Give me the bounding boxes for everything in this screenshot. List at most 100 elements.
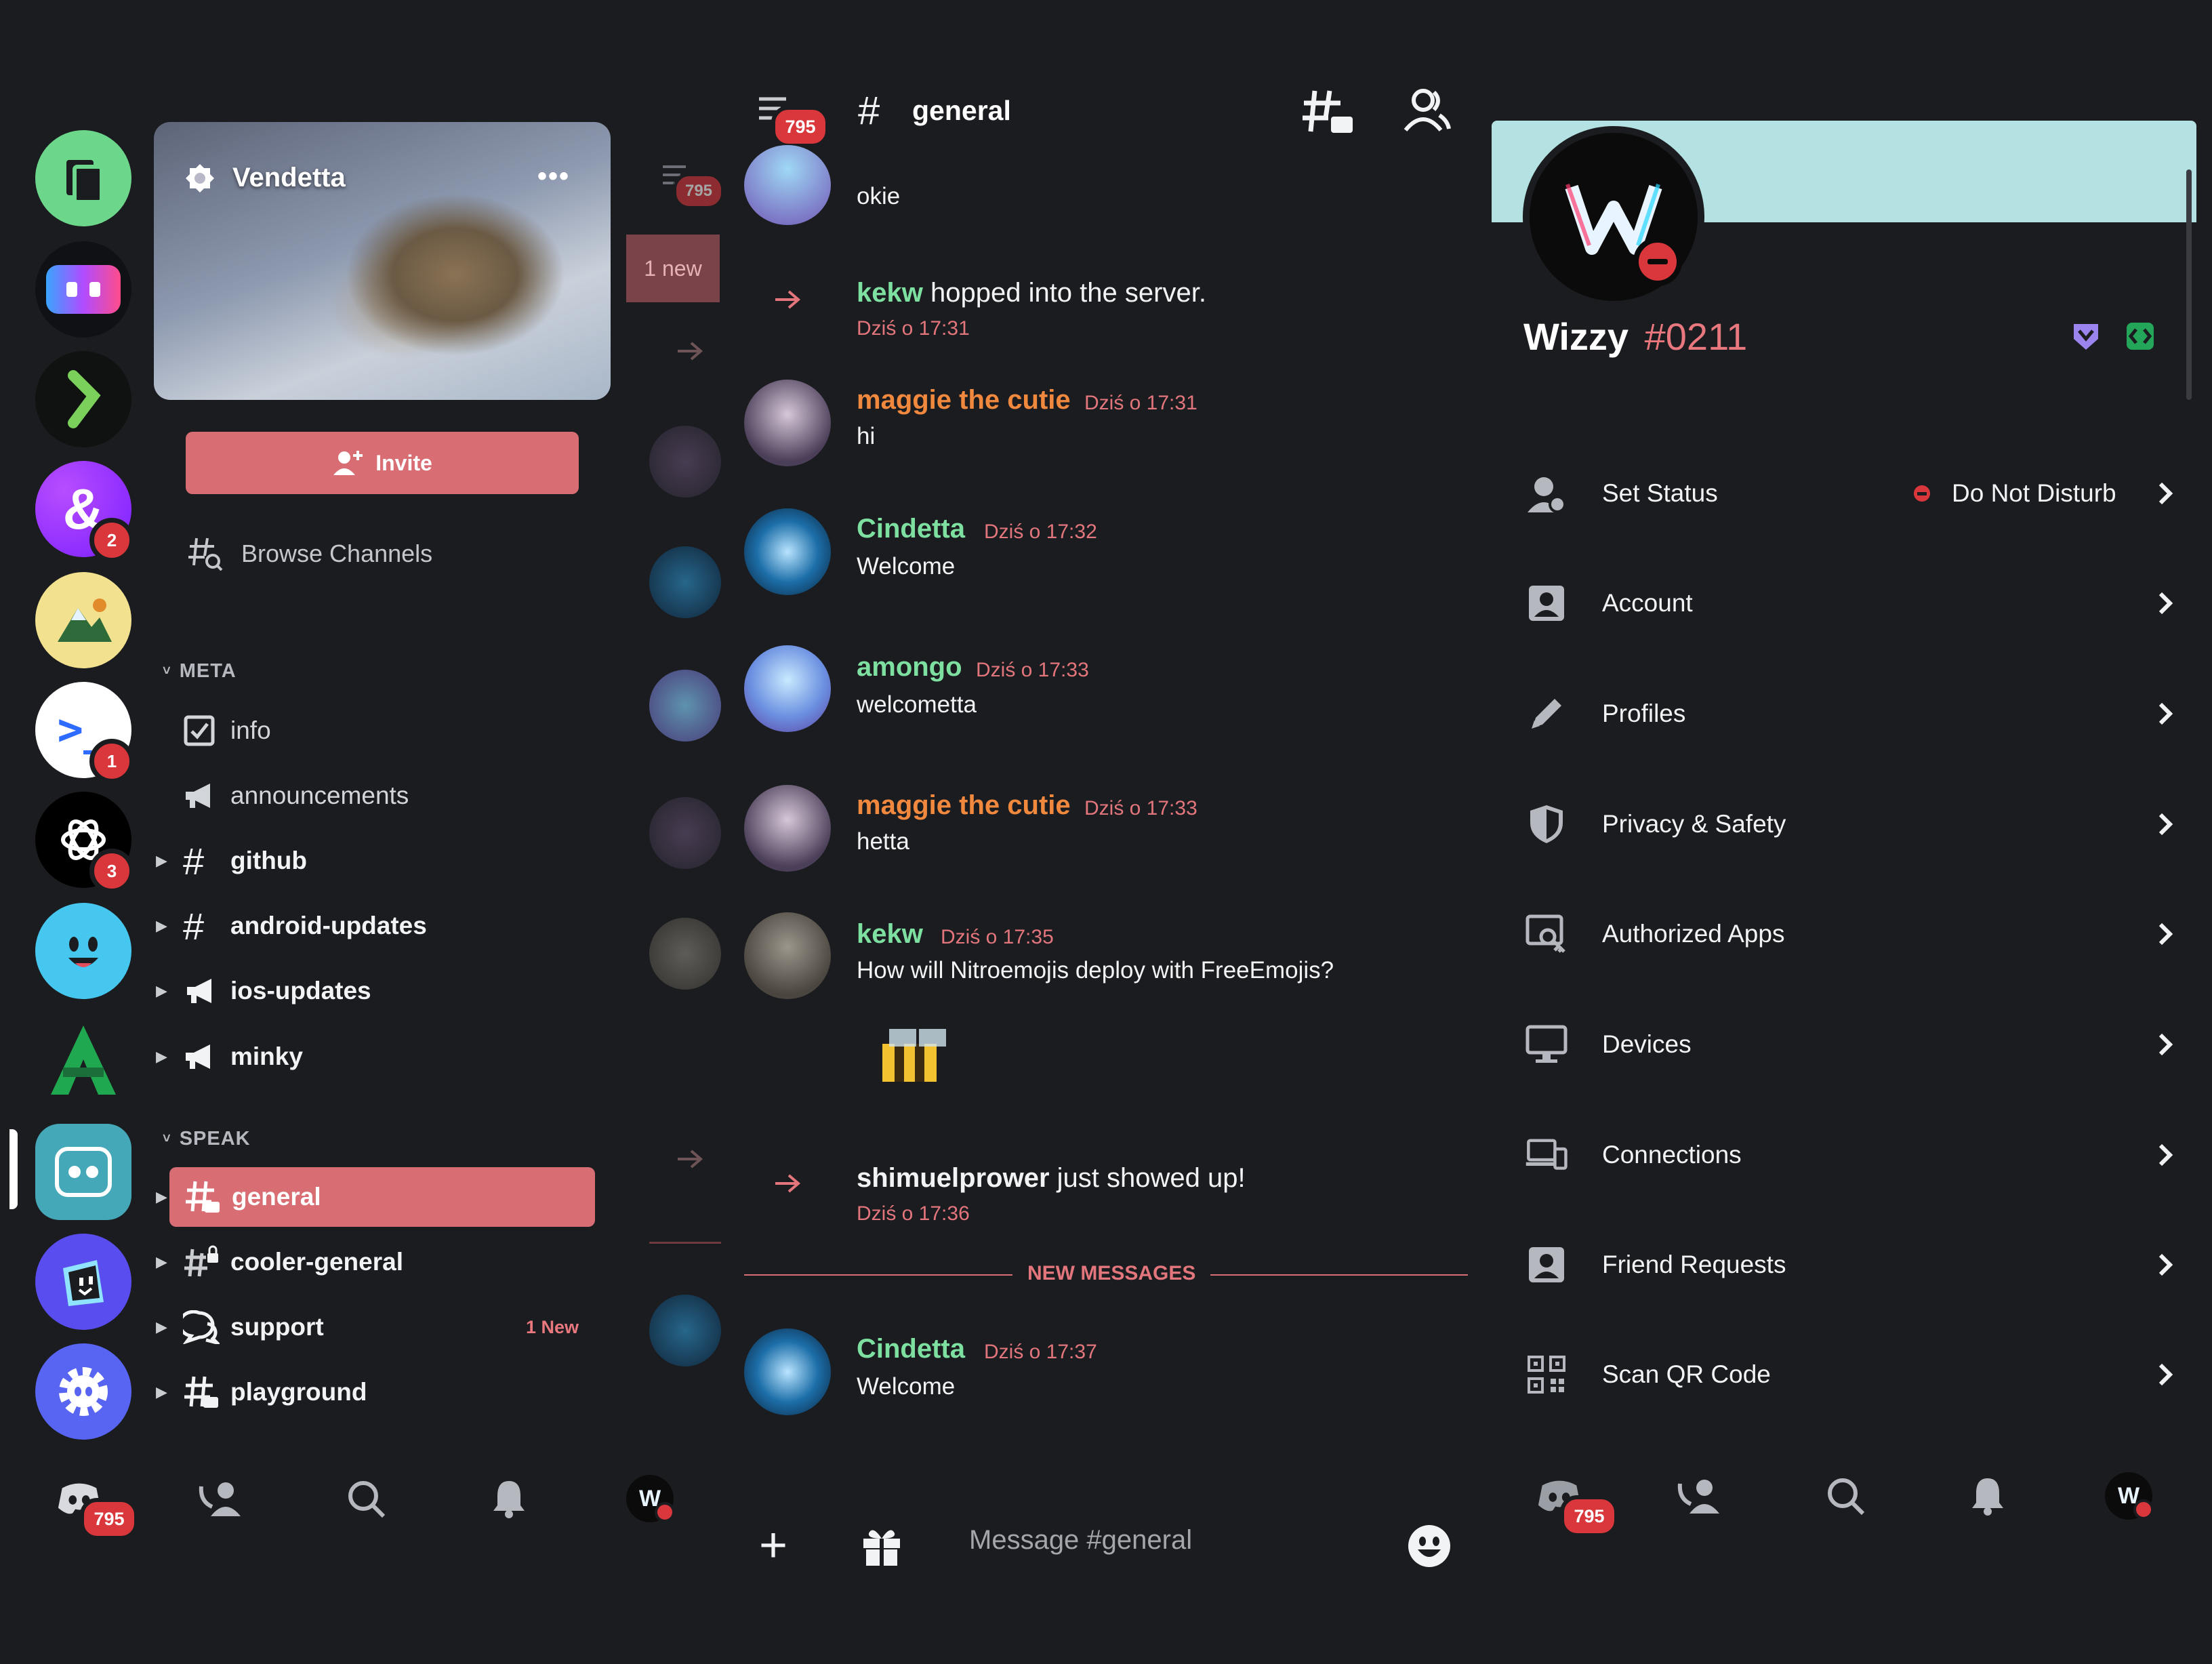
username[interactable]: kekw (857, 919, 923, 950)
scrollbar[interactable] (2186, 169, 2192, 400)
friends-nav-button[interactable] (1677, 1472, 1724, 1520)
settings-row-devices[interactable]: Devices (1525, 1011, 2175, 1078)
system-join-message: shimuelprower just showed up! (857, 1163, 1246, 1194)
category-speak[interactable]: ˅ SPEAK (163, 1128, 251, 1150)
friend-requests-icon (1529, 1247, 1564, 1282)
hypesquad-badge-icon[interactable] (2070, 320, 2102, 352)
arrow-right-icon (678, 342, 703, 361)
username[interactable]: shimuelprower (857, 1163, 1050, 1193)
search-nav-button[interactable] (342, 1475, 390, 1522)
notifications-nav-button[interactable] (485, 1475, 533, 1522)
settings-row-connections[interactable]: Connections (1525, 1121, 2175, 1189)
category-meta[interactable]: ˅ META (163, 660, 237, 683)
hash-lock-icon (184, 1245, 218, 1277)
channel-name: github (230, 847, 308, 874)
server-icon-openai[interactable]: 3 (35, 792, 134, 893)
friends-nav-button[interactable] (198, 1475, 245, 1522)
avatar[interactable] (744, 785, 831, 872)
timestamp: Dziś o 17:37 (984, 1341, 1097, 1363)
channel-support[interactable]: ▶ support 1 New (156, 1297, 590, 1357)
avatar[interactable] (744, 145, 831, 225)
timestamp: Dziś o 17:32 (984, 521, 1097, 543)
channel-announcements[interactable]: announcements (156, 766, 409, 826)
server-icon-files[interactable] (35, 130, 131, 226)
notifications-nav-button[interactable] (1964, 1472, 2011, 1520)
emoji-icon (1408, 1525, 1450, 1567)
profile-avatar[interactable] (1523, 126, 1704, 308)
megaphone-icon (186, 784, 210, 808)
jump-to-new-button[interactable]: 1 new (626, 235, 720, 302)
category-label: META (179, 660, 237, 682)
threads-icon (1303, 90, 1353, 133)
threads-button[interactable] (1301, 88, 1355, 140)
shield-icon (1530, 805, 1563, 843)
friends-wave-icon (1677, 1480, 1719, 1514)
server-icon-green-a[interactable] (35, 1013, 131, 1109)
active-developer-badge-icon[interactable] (2124, 320, 2156, 352)
channel-name: info (230, 716, 271, 744)
hash-thread-icon (184, 1376, 218, 1408)
username[interactable]: maggie the cutie (857, 385, 1071, 415)
settings-row-profiles[interactable]: Profiles (1525, 680, 2175, 748)
new-messages-label: NEW MESSAGES (1012, 1262, 1211, 1285)
username[interactable]: kekw (857, 278, 923, 308)
profile-nav-button[interactable]: W (2105, 1472, 2154, 1520)
username[interactable]: Cindetta (857, 1334, 965, 1364)
system-text: hopped into the server. (922, 278, 1206, 308)
avatar[interactable] (744, 508, 831, 595)
avatar[interactable] (744, 912, 831, 999)
server-icon-bot[interactable] (35, 241, 131, 338)
server-name[interactable]: Vendetta (232, 163, 346, 193)
channel-minky[interactable]: ▶ minky (156, 1027, 303, 1087)
settings-label: Set Status (1602, 479, 1718, 507)
search-icon (1828, 1478, 1865, 1516)
settings-row-friend-requests[interactable]: Friend Requests (1525, 1231, 2175, 1299)
account-icon (1529, 586, 1564, 621)
caret-right-icon: ▶ (156, 917, 167, 934)
server-icon-green-s[interactable] (35, 351, 131, 447)
settings-row-authorized-apps[interactable]: Authorized Apps (1525, 900, 2175, 968)
avatar[interactable] (744, 380, 831, 466)
server-icon-smiley[interactable] (35, 903, 131, 999)
settings-row-account[interactable]: Account (1525, 569, 2175, 637)
channel-ios-updates[interactable]: ▶ ios-updates (156, 961, 371, 1021)
server-icon-vendetta[interactable] (35, 1124, 131, 1220)
server-icon-ampersand[interactable]: & 2 (35, 461, 134, 563)
settings-row-privacy-safety[interactable]: Privacy & Safety (1525, 790, 2175, 858)
emoji-button[interactable] (1407, 1524, 1452, 1572)
server-icon-python[interactable] (35, 572, 131, 668)
add-attachment-button[interactable]: + (759, 1521, 787, 1570)
more-options-icon[interactable]: ••• (537, 161, 570, 192)
hash-icon: # (858, 89, 880, 133)
channel-cooler-general[interactable]: ▶ cooler-general (156, 1232, 403, 1292)
message-input[interactable]: Message #general (969, 1525, 1192, 1556)
invite-button[interactable]: Invite (186, 432, 579, 494)
bee-emoji-sticker[interactable] (869, 1023, 956, 1087)
invite-label: Invite (375, 450, 432, 475)
search-nav-button[interactable] (1822, 1472, 1869, 1520)
settings-label: Friend Requests (1602, 1251, 1786, 1278)
chevron-right-icon (2158, 592, 2173, 615)
channel-github[interactable]: ▶ # github (156, 831, 307, 891)
channel-android-updates[interactable]: ▶ # android-updates (156, 896, 427, 956)
smiley-icon (68, 937, 98, 967)
settings-row-set-status[interactable]: Set Status Do Not Disturb (1525, 460, 2175, 527)
caret-right-icon: ▶ (156, 852, 167, 869)
settings-label: Connections (1602, 1141, 1742, 1169)
server-icon-purple-box[interactable] (35, 1234, 131, 1330)
channel-info[interactable]: info (156, 701, 271, 760)
username[interactable]: maggie the cutie (857, 790, 1071, 821)
settings-row-scan-qr[interactable]: Scan QR Code (1525, 1341, 2175, 1408)
browse-channels-button[interactable]: Browse Channels (187, 535, 432, 572)
server-icon-terminal[interactable]: >_ 1 (35, 682, 134, 784)
channel-general[interactable]: general (169, 1167, 595, 1227)
avatar[interactable] (744, 1328, 831, 1415)
username[interactable]: Cindetta (857, 514, 965, 544)
profile-nav-button[interactable]: W (626, 1475, 675, 1522)
username[interactable]: amongo (857, 652, 962, 683)
gift-button[interactable] (859, 1524, 904, 1572)
member-list-button[interactable] (1403, 88, 1452, 136)
channel-playground[interactable]: ▶ playground (156, 1362, 367, 1422)
avatar[interactable] (744, 645, 831, 732)
server-icon-settings[interactable] (35, 1343, 131, 1440)
